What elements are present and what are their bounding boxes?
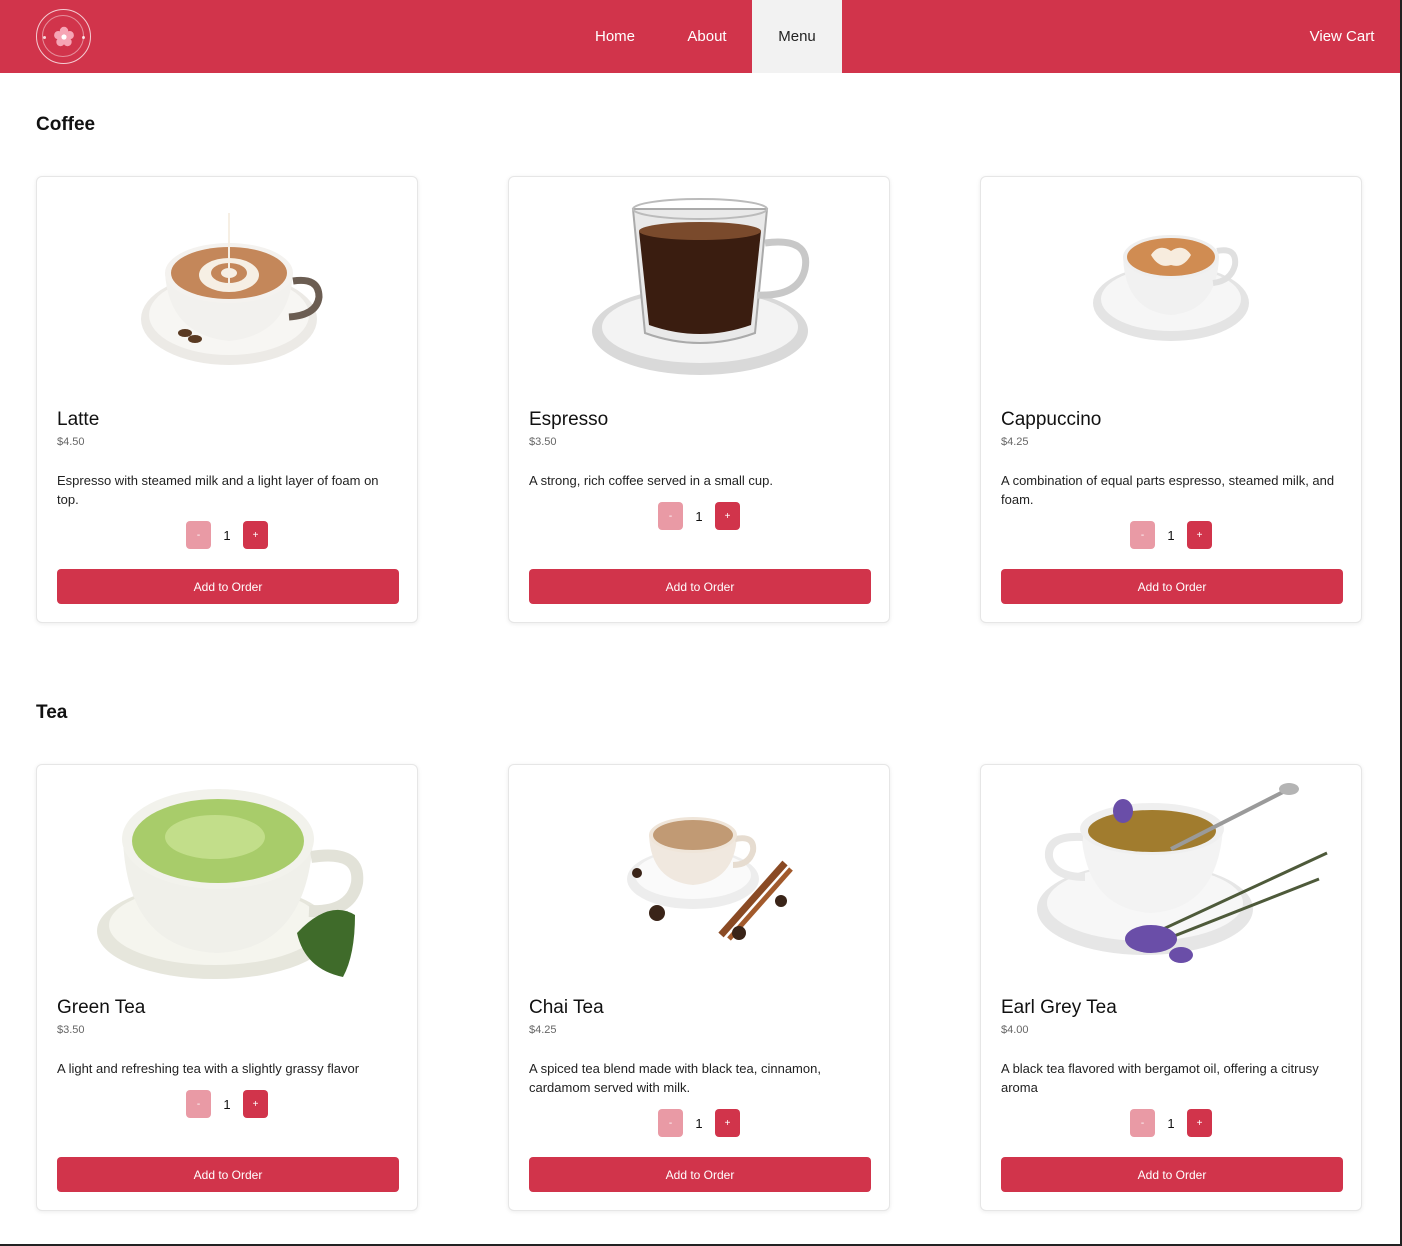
item-price: $4.50 (57, 436, 85, 448)
top-navbar: Home About Menu View Cart (0, 0, 1400, 73)
nav-home[interactable]: Home (574, 0, 656, 73)
item-name: Espresso (529, 409, 609, 430)
add-to-order-button[interactable]: Add to Order (57, 569, 399, 604)
item-price: $3.50 (529, 436, 557, 448)
item-description: A light and refreshing tea with a slight… (57, 1061, 360, 1076)
item-name: Cappuccino (1001, 409, 1102, 430)
menu-card-chai-tea: Chai Tea $4.25 A spiced tea blend made w… (508, 764, 890, 1211)
item-description: A black tea flavored with bergamot oil, … (1001, 1061, 1319, 1095)
item-price: $4.25 (1001, 436, 1029, 448)
item-name: Chai Tea (529, 997, 604, 1018)
increase-quantity-button[interactable]: + (715, 502, 740, 530)
logo-dot (82, 36, 85, 39)
item-name: Earl Grey Tea (1001, 997, 1117, 1018)
increase-quantity-button[interactable]: + (1187, 521, 1212, 549)
quantity-value: 1 (223, 1096, 231, 1112)
increase-quantity-button[interactable]: + (715, 1109, 740, 1137)
add-to-order-button[interactable]: Add to Order (1001, 569, 1343, 604)
add-to-order-button[interactable]: Add to Order (529, 569, 871, 604)
decrease-quantity-button[interactable]: - (1130, 521, 1155, 549)
espresso-image (592, 198, 810, 375)
menu-card-cappuccino: Cappuccino $4.25 A combination of equal … (980, 176, 1362, 623)
item-price: $3.50 (57, 1024, 85, 1036)
latte-image (141, 213, 323, 365)
quantity-stepper: - 1 + (509, 502, 889, 530)
decrease-quantity-button[interactable]: - (1130, 1109, 1155, 1137)
item-price: $4.25 (529, 1024, 557, 1036)
item-description: Espresso with steamed milk and a light l… (57, 473, 379, 507)
item-description: A combination of equal parts espresso, s… (1001, 473, 1335, 507)
section-title-coffee: Coffee (36, 114, 96, 135)
earl-grey-tea-image (1037, 783, 1328, 963)
decrease-quantity-button[interactable]: - (658, 1109, 683, 1137)
quantity-value: 1 (695, 508, 703, 524)
quantity-stepper: - 1 + (981, 521, 1361, 549)
increase-quantity-button[interactable]: + (243, 1090, 268, 1118)
quantity-stepper: - 1 + (37, 1090, 417, 1118)
item-name: Latte (57, 409, 100, 430)
cafe-logo[interactable] (36, 9, 91, 64)
nav-about[interactable]: About (666, 0, 748, 73)
view-cart-link[interactable]: View Cart (1296, 0, 1388, 73)
quantity-stepper: - 1 + (981, 1109, 1361, 1137)
item-name: Green Tea (57, 997, 146, 1018)
item-price: $4.00 (1001, 1024, 1029, 1036)
quantity-value: 1 (223, 527, 231, 543)
add-to-order-button[interactable]: Add to Order (529, 1157, 871, 1192)
menu-card-green-tea: Green Tea $3.50 A light and refreshing t… (36, 764, 418, 1211)
quantity-value: 1 (1167, 1115, 1175, 1131)
increase-quantity-button[interactable]: + (243, 521, 268, 549)
menu-card-earl-grey-tea: Earl Grey Tea $4.00 A black tea flavored… (980, 764, 1362, 1211)
green-tea-image (97, 789, 364, 979)
increase-quantity-button[interactable]: + (1187, 1109, 1212, 1137)
logo-dot (43, 36, 46, 39)
add-to-order-button[interactable]: Add to Order (57, 1157, 399, 1192)
decrease-quantity-button[interactable]: - (186, 521, 211, 549)
nav-menu-active[interactable]: Menu (752, 0, 842, 73)
flower-logo-icon (54, 26, 74, 47)
quantity-value: 1 (695, 1115, 703, 1131)
quantity-stepper: - 1 + (509, 1109, 889, 1137)
menu-card-espresso: Espresso $3.50 A strong, rich coffee ser… (508, 176, 890, 623)
add-to-order-button[interactable]: Add to Order (1001, 1157, 1343, 1192)
quantity-value: 1 (1167, 527, 1175, 543)
decrease-quantity-button[interactable]: - (658, 502, 683, 530)
chai-tea-image (627, 817, 793, 941)
item-description: A strong, rich coffee served in a small … (529, 473, 773, 488)
cappuccino-image (1093, 235, 1249, 341)
decrease-quantity-button[interactable]: - (186, 1090, 211, 1118)
menu-card-latte: Latte $4.50 Espresso with steamed milk a… (36, 176, 418, 623)
quantity-stepper: - 1 + (37, 521, 417, 549)
item-description: A spiced tea blend made with black tea, … (529, 1061, 821, 1095)
section-title-tea: Tea (36, 702, 68, 723)
